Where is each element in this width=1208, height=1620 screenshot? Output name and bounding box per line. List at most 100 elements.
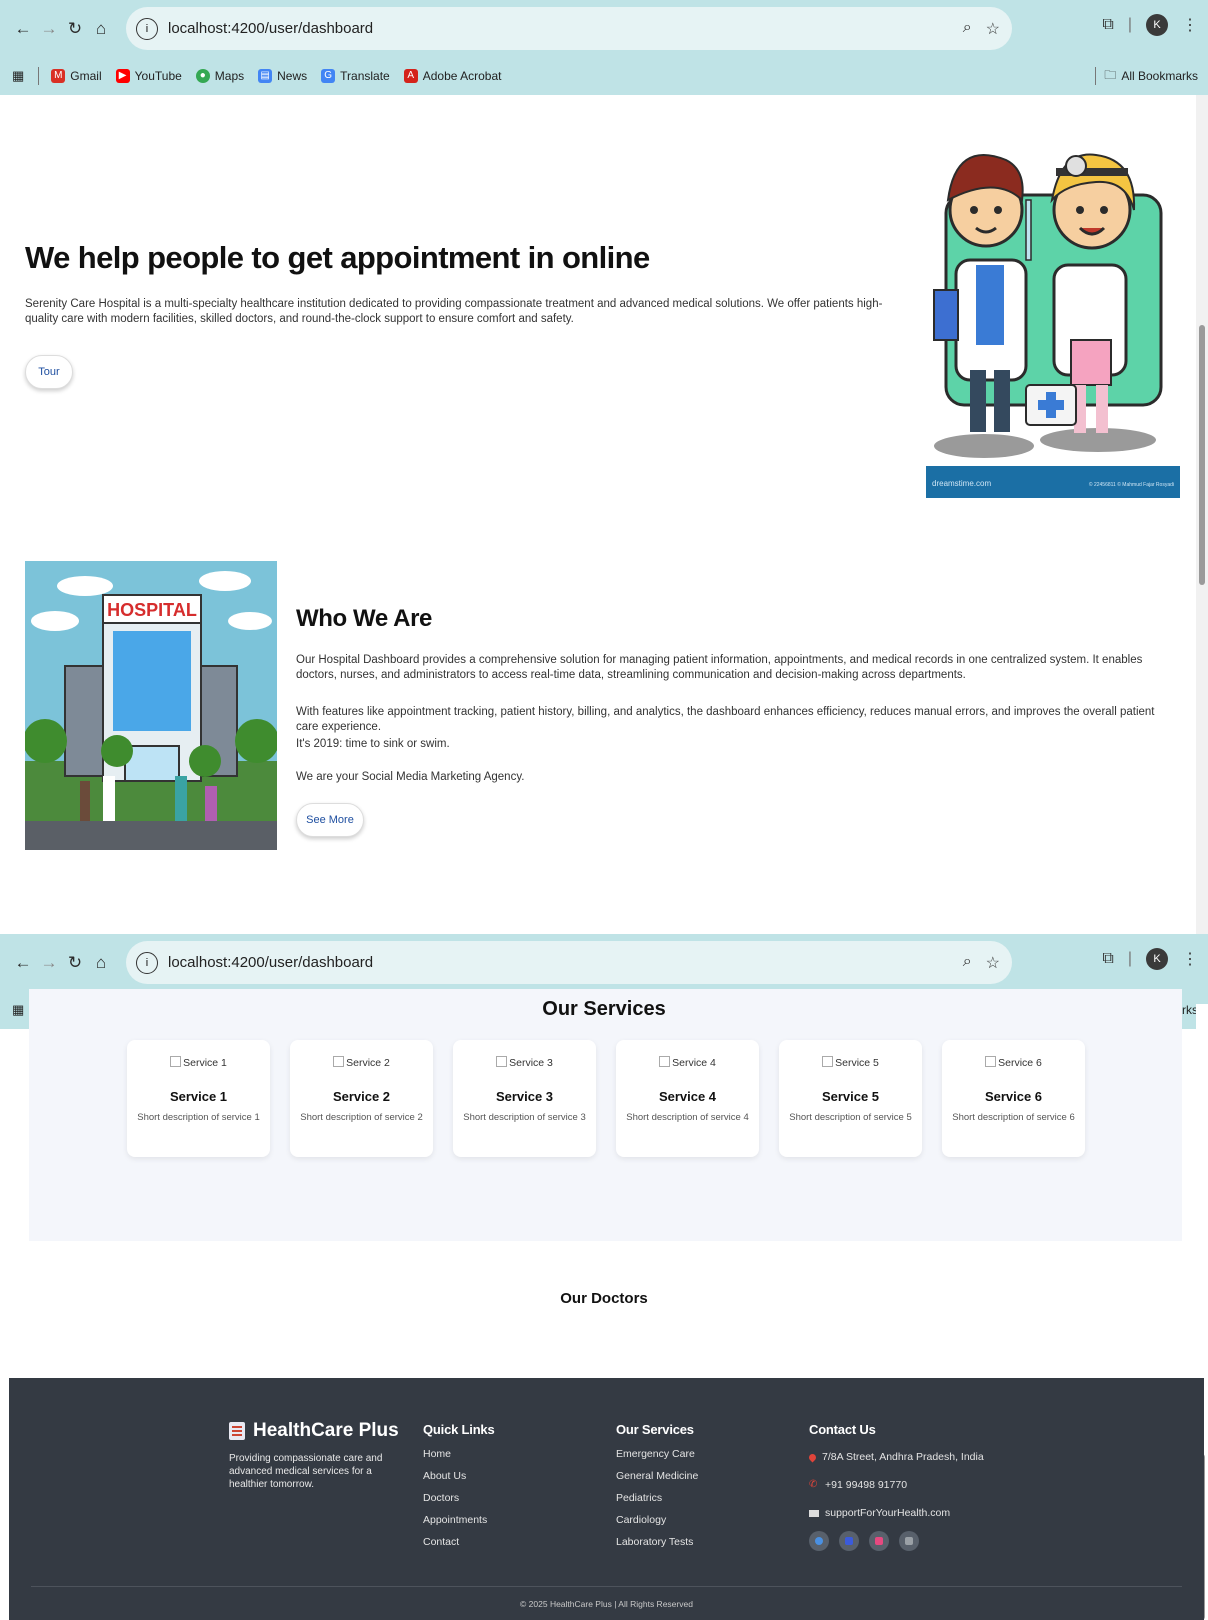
who-paragraph-2: With features like appointment tracking,… xyxy=(296,706,1155,733)
acrobat-icon: A xyxy=(403,69,418,83)
url-text[interactable]: localhost:4200/user/dashboard xyxy=(168,954,373,971)
forward-icon[interactable]: → xyxy=(36,953,62,973)
service-image-3: Service 3 xyxy=(453,1056,596,1069)
service-desc: Short description of service 6 xyxy=(952,1112,1075,1123)
bookmarks-bar: ▦ MGmail ▶YouTube ●Maps ▤News GTranslate… xyxy=(0,57,1208,95)
apps-grid-icon[interactable]: ▦ xyxy=(12,68,24,84)
facebook-icon[interactable] xyxy=(839,1531,859,1551)
quick-links-title: Quick Links xyxy=(423,1422,495,1437)
service-image-2: Service 2 xyxy=(290,1056,433,1069)
footer-link-about[interactable]: About Us xyxy=(423,1465,495,1487)
service-card-6[interactable]: Service 6 Service 6 Short description of… xyxy=(942,1040,1085,1157)
url-text[interactable]: localhost:4200/user/dashboard xyxy=(168,20,373,37)
footer-service-cardiology[interactable]: Cardiology xyxy=(616,1509,698,1531)
service-card-2[interactable]: Service 2 Service 2 Short description of… xyxy=(290,1040,433,1157)
contact-address: 7/8A Street, Andhra Pradesh, India xyxy=(807,1443,984,1471)
browser-chrome: ← → ↻ ⌂ i localhost:4200/user/dashboard … xyxy=(0,0,1208,95)
youtube-icon: ▶ xyxy=(115,69,130,83)
maps-icon: ● xyxy=(195,69,210,83)
twitter-icon[interactable] xyxy=(899,1531,919,1551)
services-title: Our Services xyxy=(542,998,666,1020)
forward-icon[interactable]: → xyxy=(36,19,62,39)
translate-icon: G xyxy=(321,69,336,83)
address-bar[interactable]: i localhost:4200/user/dashboard ⌕ ☆ xyxy=(126,941,1012,984)
bookmark-news[interactable]: ▤News xyxy=(258,69,307,83)
zoom-icon[interactable]: ⌕ xyxy=(963,953,972,973)
back-icon[interactable]: ← xyxy=(10,19,36,39)
footer-service-lab[interactable]: Laboratory Tests xyxy=(616,1531,698,1553)
bookmark-translate[interactable]: GTranslate xyxy=(321,69,390,83)
doctors-title: Our Doctors xyxy=(560,1290,648,1307)
hospital-illustration: HOSPITAL xyxy=(25,561,277,850)
toolbar: ← → ↻ ⌂ i localhost:4200/user/dashboard … xyxy=(0,0,1208,57)
bookmark-gmail[interactable]: MGmail xyxy=(51,69,102,83)
home-icon[interactable]: ⌂ xyxy=(88,19,114,39)
footer-link-home[interactable]: Home xyxy=(423,1443,495,1465)
site-info-icon[interactable]: i xyxy=(136,951,158,974)
bookmark-star-icon[interactable]: ☆ xyxy=(986,19,1000,39)
profile-avatar[interactable]: K xyxy=(1146,948,1168,970)
doctors-illustration: dreamstime.com © 22456811 © Mahmud Fajar… xyxy=(926,100,1180,498)
tour-button[interactable]: Tour xyxy=(25,355,73,389)
reload-icon[interactable]: ↻ xyxy=(62,953,88,973)
zoom-icon[interactable]: ⌕ xyxy=(963,19,972,39)
service-name: Service 4 xyxy=(658,1089,717,1104)
social-links xyxy=(809,1531,984,1551)
phone-icon: ✆ xyxy=(809,1479,818,1490)
copyright: © 2025 HealthCare Plus | All Rights Rese… xyxy=(520,1599,693,1609)
footer-service-emergency[interactable]: Emergency Care xyxy=(616,1443,698,1465)
who-we-are-title: Who We Are xyxy=(296,605,433,632)
extensions-icon[interactable]: ⧉ xyxy=(1102,16,1113,34)
service-card-4[interactable]: Service 4 Service 4 Short description of… xyxy=(616,1040,759,1157)
gmail-icon: M xyxy=(51,69,66,83)
footer-brand: HealthCare Plus xyxy=(229,1420,399,1442)
contact-phone[interactable]: ✆ +91 99498 91770 xyxy=(809,1471,984,1499)
instagram-icon[interactable] xyxy=(869,1531,889,1551)
hospital-sign: HOSPITAL xyxy=(107,600,197,620)
service-desc: Short description of service 4 xyxy=(626,1112,749,1123)
service-name: Service 1 xyxy=(169,1089,228,1104)
globe-icon[interactable] xyxy=(809,1531,829,1551)
page-scrollbar[interactable] xyxy=(1196,95,1208,934)
see-more-button[interactable]: See More xyxy=(296,803,364,837)
site-footer: HealthCare Plus Providing compassionate … xyxy=(9,1378,1204,1620)
scrollbar-thumb[interactable] xyxy=(1199,325,1205,585)
back-icon[interactable]: ← xyxy=(10,953,36,973)
service-desc: Short description of service 1 xyxy=(137,1112,260,1123)
footer-link-contact[interactable]: Contact xyxy=(423,1531,495,1553)
service-card-1[interactable]: Service 1 Service 1 Short description of… xyxy=(127,1040,270,1157)
bookmark-maps[interactable]: ●Maps xyxy=(195,69,244,83)
profile-avatar[interactable]: K xyxy=(1146,14,1168,36)
footer-contact: Contact Us 7/8A Street, Andhra Pradesh, … xyxy=(807,1422,984,1551)
location-pin-icon xyxy=(807,1452,818,1462)
footer-service-general[interactable]: General Medicine xyxy=(616,1465,698,1487)
who-paragraph-3: It's 2019: time to sink or swim. xyxy=(296,738,450,750)
footer-link-appointments[interactable]: Appointments xyxy=(423,1509,495,1531)
extensions-icon[interactable]: ⧉ xyxy=(1102,950,1113,968)
contact-email[interactable]: supportForYourHealth.com xyxy=(809,1499,984,1527)
menu-dots-icon[interactable]: ⋮ xyxy=(1182,15,1198,35)
reload-icon[interactable]: ↻ xyxy=(62,19,88,39)
image-credit-left: dreamstime.com xyxy=(932,479,991,488)
bookmark-star-icon[interactable]: ☆ xyxy=(986,953,1000,973)
site-info-icon[interactable]: i xyxy=(136,17,158,40)
bookmark-youtube[interactable]: ▶YouTube xyxy=(115,69,182,83)
browser-window-top: ← → ↻ ⌂ i localhost:4200/user/dashboard … xyxy=(0,0,1208,934)
all-bookmarks[interactable]: 🗀All Bookmarks xyxy=(1095,66,1198,87)
home-icon[interactable]: ⌂ xyxy=(88,953,114,973)
footer-link-doctors[interactable]: Doctors xyxy=(423,1487,495,1509)
service-card-5[interactable]: Service 5 Service 5 Short description of… xyxy=(779,1040,922,1157)
who-paragraph-1: Our Hospital Dashboard provides a compre… xyxy=(296,654,1143,681)
service-name: Service 6 xyxy=(984,1089,1043,1104)
service-desc: Short description of service 3 xyxy=(463,1112,586,1123)
folder-icon: 🗀 xyxy=(1104,67,1117,82)
address-bar[interactable]: i localhost:4200/user/dashboard ⌕ ☆ xyxy=(126,7,1012,50)
menu-dots-icon[interactable]: ⋮ xyxy=(1182,949,1198,969)
bookmark-acrobat[interactable]: AAdobe Acrobat xyxy=(403,69,501,83)
service-card-3[interactable]: Service 3 Service 3 Short description of… xyxy=(453,1040,596,1157)
service-desc: Short description of service 2 xyxy=(300,1112,423,1123)
service-image-6: Service 6 xyxy=(942,1056,1085,1069)
footer-service-pediatrics[interactable]: Pediatrics xyxy=(616,1487,698,1509)
hero-text: Serenity Care Hospital is a multi-specia… xyxy=(25,298,883,325)
browser-window-bottom: ← → ↻ ⌂ i localhost:4200/user/dashboard … xyxy=(0,934,1208,1620)
